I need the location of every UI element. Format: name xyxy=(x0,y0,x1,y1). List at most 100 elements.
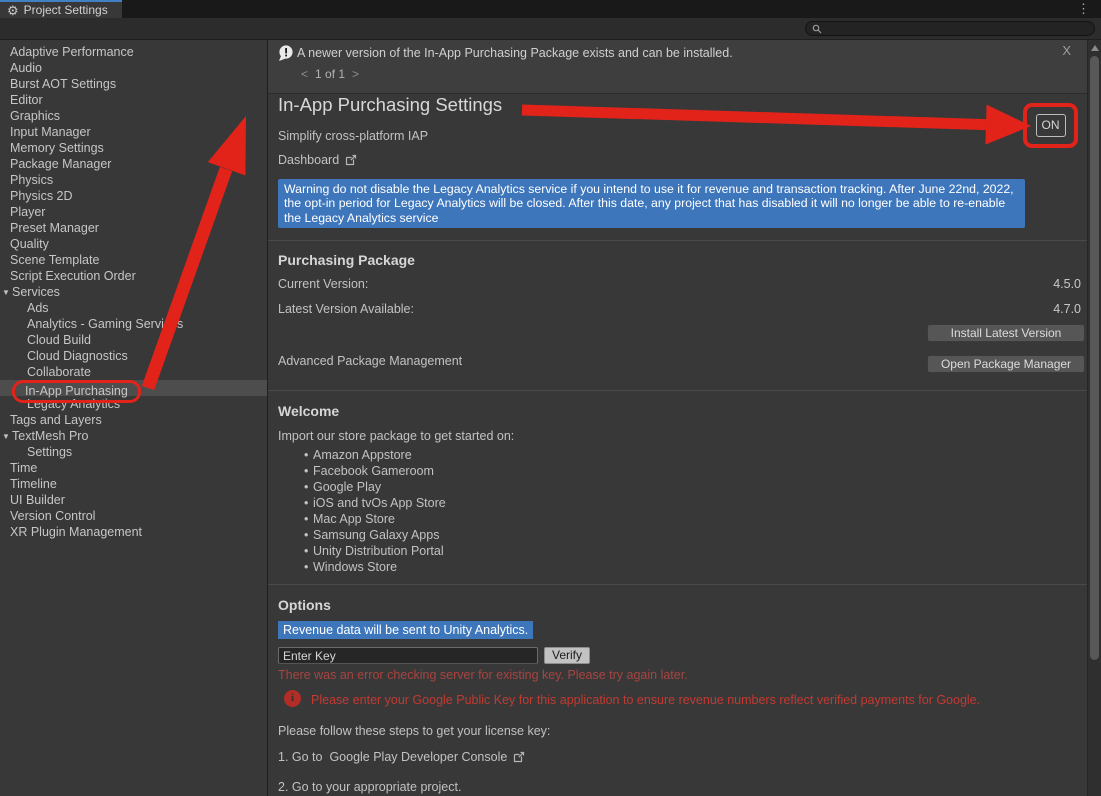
sidebar-item-label: Scene Template xyxy=(10,252,99,268)
welcome-heading: Welcome xyxy=(278,403,339,419)
page-subtitle: Simplify cross-platform IAP xyxy=(278,129,428,143)
sidebar-item-memory-settings[interactable]: Memory Settings xyxy=(0,140,267,156)
foldout-arrow-icon[interactable]: ▼ xyxy=(2,429,10,445)
sidebar-item-label: Player xyxy=(10,204,45,220)
sidebar-item-label: Audio xyxy=(10,60,42,76)
install-latest-version-button[interactable]: Install Latest Version xyxy=(927,324,1085,342)
section-divider xyxy=(268,390,1087,391)
sidebar-item-analytics-gaming-services[interactable]: Analytics - Gaming Services xyxy=(0,316,267,332)
sidebar-item-cloud-build[interactable]: Cloud Build xyxy=(0,332,267,348)
sidebar-item-settings[interactable]: Settings xyxy=(0,444,267,460)
sidebar-item-cloud-diagnostics[interactable]: Cloud Diagnostics xyxy=(0,348,267,364)
tab-project-settings[interactable]: ⚙ Project Settings xyxy=(0,0,122,18)
google-key-warning-text: Please enter your Google Public Key for … xyxy=(311,693,980,707)
sidebar-item-label: Graphics xyxy=(10,108,60,124)
sidebar-item-label: Physics xyxy=(10,172,53,188)
service-on-toggle[interactable]: ON xyxy=(1036,114,1066,136)
sidebar-item-label: Input Manager xyxy=(10,124,91,140)
sidebar-item-label: In-App Purchasing xyxy=(12,380,141,403)
dashboard-link-label: Dashboard xyxy=(278,153,339,167)
steps-intro: Please follow these steps to get your li… xyxy=(278,724,550,738)
sidebar-item-tags-and-layers[interactable]: Tags and Layers xyxy=(0,412,267,428)
sidebar-item-xr-plugin-management[interactable]: XR Plugin Management xyxy=(0,524,267,540)
advanced-package-management-label: Advanced Package Management xyxy=(278,354,462,368)
notification-banner: A newer version of the In-App Purchasing… xyxy=(268,40,1087,94)
sidebar-item-burst-aot-settings[interactable]: Burst AOT Settings xyxy=(0,76,267,92)
sidebar-item-label: Package Manager xyxy=(10,156,111,172)
sidebar-item-scene-template[interactable]: Scene Template xyxy=(0,252,267,268)
step-1: 1. Go to Google Play Developer Console xyxy=(278,750,525,766)
search-input[interactable] xyxy=(826,23,1076,35)
sidebar-item-label: Settings xyxy=(27,444,72,460)
sidebar-item-label: TextMesh Pro xyxy=(12,428,88,444)
sidebar-item-label: Analytics - Gaming Services xyxy=(27,316,183,332)
sidebar-item-ui-builder[interactable]: UI Builder xyxy=(0,492,267,508)
sidebar-item-textmesh-pro[interactable]: ▼TextMesh Pro xyxy=(0,428,267,444)
window-menu-icon[interactable]: ⋮ xyxy=(1077,1,1090,17)
sidebar-item-quality[interactable]: Quality xyxy=(0,236,267,252)
sidebar-item-package-manager[interactable]: Package Manager xyxy=(0,156,267,172)
sidebar-item-label: Adaptive Performance xyxy=(10,44,134,60)
sidebar-item-physics[interactable]: Physics xyxy=(0,172,267,188)
sidebar-item-preset-manager[interactable]: Preset Manager xyxy=(0,220,267,236)
store-list: Amazon AppstoreFacebook GameroomGoogle P… xyxy=(268,447,768,575)
scrollbar-thumb[interactable] xyxy=(1090,56,1099,660)
sidebar-item-services[interactable]: ▼Services xyxy=(0,284,267,300)
dashboard-link[interactable]: Dashboard xyxy=(278,153,357,169)
sidebar-item-label: Physics 2D xyxy=(10,188,73,204)
sidebar-item-audio[interactable]: Audio xyxy=(0,60,267,76)
sidebar-item-label: Memory Settings xyxy=(10,140,104,156)
external-link-icon xyxy=(513,751,525,766)
store-list-item: Unity Distribution Portal xyxy=(268,543,768,559)
sidebar-item-version-control[interactable]: Version Control xyxy=(0,508,267,524)
banner-message: A newer version of the In-App Purchasing… xyxy=(297,46,733,60)
sidebar-item-adaptive-performance[interactable]: Adaptive Performance xyxy=(0,44,267,60)
sidebar-item-label: Script Execution Order xyxy=(10,268,136,284)
sidebar-item-label: Cloud Diagnostics xyxy=(27,348,128,364)
google-play-console-link[interactable]: Google Play Developer Console xyxy=(329,750,507,764)
store-list-item: Amazon Appstore xyxy=(268,447,768,463)
analytics-note: Revenue data will be sent to Unity Analy… xyxy=(278,621,533,639)
sidebar-item-label: Services xyxy=(12,284,60,300)
step1-prefix: 1. Go to xyxy=(278,750,322,764)
sidebar-item-physics-2d[interactable]: Physics 2D xyxy=(0,188,267,204)
google-public-key-input[interactable] xyxy=(278,647,538,664)
sidebar-item-input-manager[interactable]: Input Manager xyxy=(0,124,267,140)
sidebar-item-timeline[interactable]: Timeline xyxy=(0,476,267,492)
scroll-up-icon[interactable] xyxy=(1091,45,1099,51)
store-list-item: Windows Store xyxy=(268,559,768,575)
sidebar-item-collaborate[interactable]: Collaborate xyxy=(0,364,267,380)
banner-pager: < 1 of 1 > xyxy=(301,67,359,81)
on-toggle-annotation-box: ON xyxy=(1023,103,1078,148)
sidebar-item-label: Burst AOT Settings xyxy=(10,76,116,92)
sidebar-item-label: Ads xyxy=(27,300,49,316)
sidebar-item-in-app-purchasing[interactable]: In-App Purchasing xyxy=(0,380,267,396)
pager-prev-icon[interactable]: < xyxy=(301,67,308,81)
page-title: In-App Purchasing Settings xyxy=(278,94,502,116)
sidebar-item-script-execution-order[interactable]: Script Execution Order xyxy=(0,268,267,284)
legacy-analytics-warning: Warning do not disable the Legacy Analyt… xyxy=(278,179,1025,228)
search-box[interactable] xyxy=(805,21,1095,36)
notification-bubble-icon xyxy=(278,45,294,62)
sidebar-item-graphics[interactable]: Graphics xyxy=(0,108,267,124)
server-error-text: There was an error checking server for e… xyxy=(278,668,688,682)
vertical-scrollbar[interactable] xyxy=(1087,40,1101,796)
sidebar-item-player[interactable]: Player xyxy=(0,204,267,220)
sidebar-item-editor[interactable]: Editor xyxy=(0,92,267,108)
sidebar-item-label: Collaborate xyxy=(27,364,91,380)
verify-button[interactable]: Verify xyxy=(544,647,590,664)
current-version-value: 4.5.0 xyxy=(1053,277,1081,291)
store-list-item: Google Play xyxy=(268,479,768,495)
pager-count: 1 of 1 xyxy=(315,67,345,81)
latest-version-value: 4.7.0 xyxy=(1053,302,1081,316)
open-package-manager-button[interactable]: Open Package Manager xyxy=(927,355,1085,373)
external-link-icon xyxy=(345,154,357,169)
sidebar-item-label: Version Control xyxy=(10,508,95,524)
sidebar-item-time[interactable]: Time xyxy=(0,460,267,476)
main-panel: A newer version of the In-App Purchasing… xyxy=(267,40,1087,796)
banner-close-icon[interactable]: X xyxy=(1062,43,1071,58)
pager-next-icon[interactable]: > xyxy=(352,67,359,81)
sidebar-item-label: Quality xyxy=(10,236,49,252)
sidebar-item-ads[interactable]: Ads xyxy=(0,300,267,316)
foldout-arrow-icon[interactable]: ▼ xyxy=(2,285,10,301)
